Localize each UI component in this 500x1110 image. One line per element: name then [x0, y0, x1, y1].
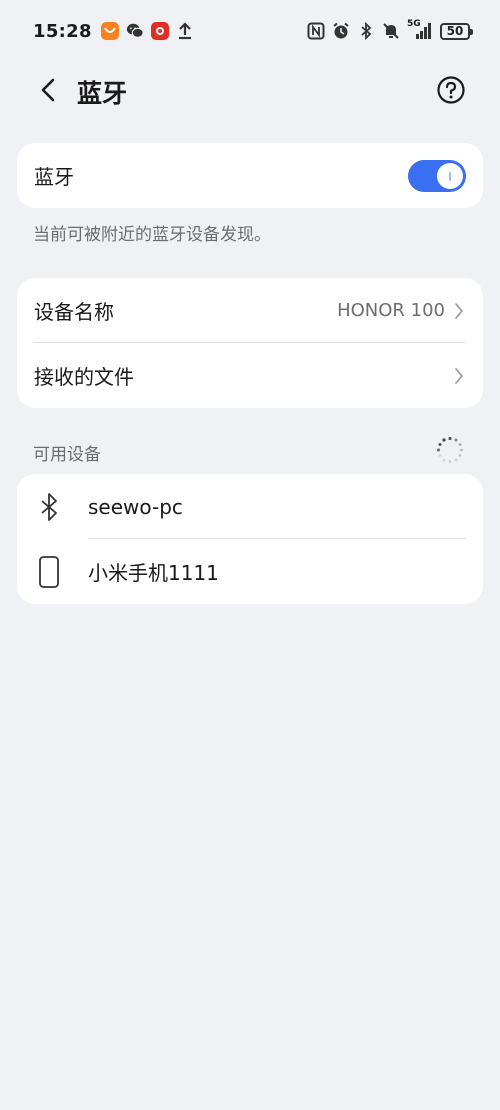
signal-icon: 5G: [407, 19, 433, 40]
bluetooth-icon: [37, 490, 61, 524]
nfc-icon: [307, 22, 325, 40]
device-name: 小米手机1111: [88, 561, 219, 585]
chevron-left-icon: [41, 78, 55, 102]
device-info-card: 设备名称 HONOR 100 接收的文件: [17, 278, 483, 408]
device-name-row[interactable]: 设备名称 HONOR 100: [17, 278, 483, 343]
taobao-icon: [100, 22, 119, 40]
status-right: 5G 50: [307, 19, 473, 40]
page-title: 蓝牙: [77, 79, 128, 108]
bluetooth-card: 蓝牙: [17, 143, 483, 208]
pinduoduo-icon: [150, 22, 169, 40]
help-circle-icon: [437, 76, 465, 104]
status-left: 15:28: [33, 21, 194, 42]
device-name: seewo-pc: [88, 494, 183, 519]
device-row-seewo[interactable]: seewo-pc: [17, 474, 483, 539]
received-files-label: 接收的文件: [34, 365, 134, 389]
bluetooth-status-icon: [357, 22, 375, 40]
bluetooth-label: 蓝牙: [34, 165, 74, 189]
phone-icon: [37, 555, 61, 589]
bluetooth-toggle-row[interactable]: 蓝牙: [17, 143, 483, 208]
discoverable-hint: 当前可被附近的蓝牙设备发现。: [33, 225, 271, 245]
available-devices-title: 可用设备: [33, 445, 101, 465]
page-header: 蓝牙: [0, 62, 500, 118]
received-files-row[interactable]: 接收的文件: [17, 343, 483, 408]
wechat-icon: [126, 22, 144, 40]
mute-icon: [382, 22, 400, 40]
help-button[interactable]: [435, 74, 467, 106]
device-name-label: 设备名称: [34, 300, 114, 324]
device-row-xiaomi[interactable]: 小米手机1111: [17, 539, 483, 604]
status-bar: 15:28 5G 50: [0, 0, 500, 62]
bluetooth-toggle[interactable]: [408, 160, 466, 192]
chevron-right-icon: [452, 367, 466, 385]
device-name-value: HONOR 100: [337, 300, 445, 321]
upload-icon: [176, 22, 194, 40]
spinner-icon: [436, 436, 464, 464]
network-type: 5G: [407, 19, 421, 29]
battery-indicator: 50: [440, 22, 473, 40]
status-time: 15:28: [33, 20, 92, 42]
alarm-icon: [332, 22, 350, 40]
available-devices-card: seewo-pc 小米手机1111: [17, 474, 483, 604]
back-button[interactable]: [34, 76, 62, 104]
toggle-knob: [437, 163, 463, 189]
chevron-right-icon: [452, 302, 466, 320]
